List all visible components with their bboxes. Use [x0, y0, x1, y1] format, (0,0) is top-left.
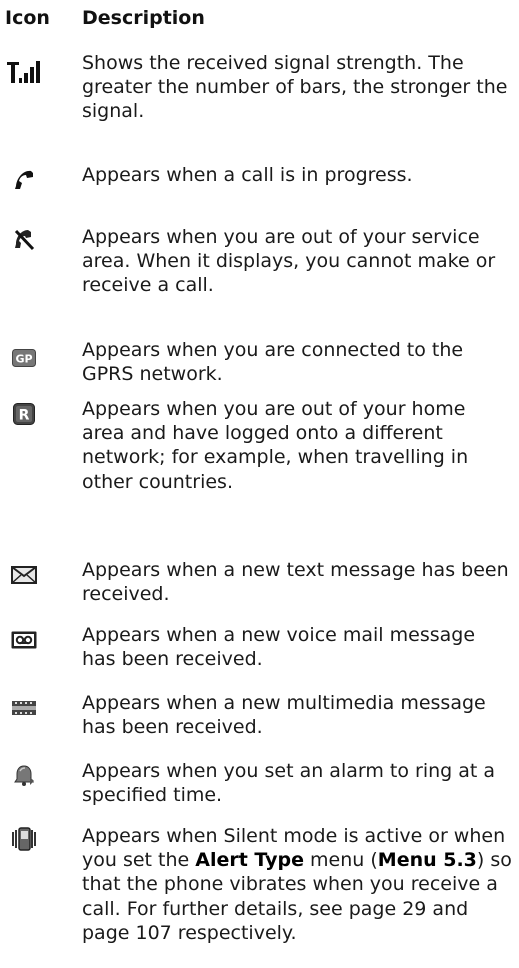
svg-text:R: R [19, 408, 30, 424]
description-text: Shows the received signal strength. The … [82, 52, 508, 123]
description-text: Appears when a call is in progress. [82, 164, 413, 186]
voice-mail-icon [5, 624, 43, 656]
description-text: Appears when a new multimedia message ha… [82, 692, 486, 739]
menu-number: Menu 5.3 [377, 849, 477, 872]
description-text: Appears when you are connected to the GP… [82, 339, 464, 386]
silent-mode-vibrate-icon [5, 823, 43, 855]
description-text: Appears when you set an alarm to ring at… [82, 760, 496, 807]
description-column-header: Description [82, 7, 205, 29]
gprs-icon: GP [5, 342, 43, 374]
svg-text:GP: GP [15, 353, 32, 366]
description-text: Appears when a new voice mail message ha… [82, 624, 476, 671]
description-text: Appears when you are out of your home ar… [82, 398, 469, 493]
roaming-icon: R [5, 398, 43, 430]
description-text: Appears when you are out of your service… [82, 226, 496, 297]
description-text: Appears when a new text message has been… [82, 559, 509, 606]
multimedia-message-icon [5, 692, 43, 724]
alert-type-menu-name: Alert Type [195, 849, 304, 872]
call-in-progress-icon [5, 164, 43, 196]
description-text: Appears when Silent mode is active or wh… [82, 824, 512, 945]
signal-strength-icon [5, 56, 43, 88]
new-text-message-icon [5, 559, 43, 591]
icon-column-header: Icon [5, 7, 50, 29]
no-service-icon [5, 224, 43, 256]
table-header: Icon Description [5, 4, 510, 32]
text-segment: menu ( [304, 849, 378, 872]
alarm-icon [5, 759, 43, 791]
